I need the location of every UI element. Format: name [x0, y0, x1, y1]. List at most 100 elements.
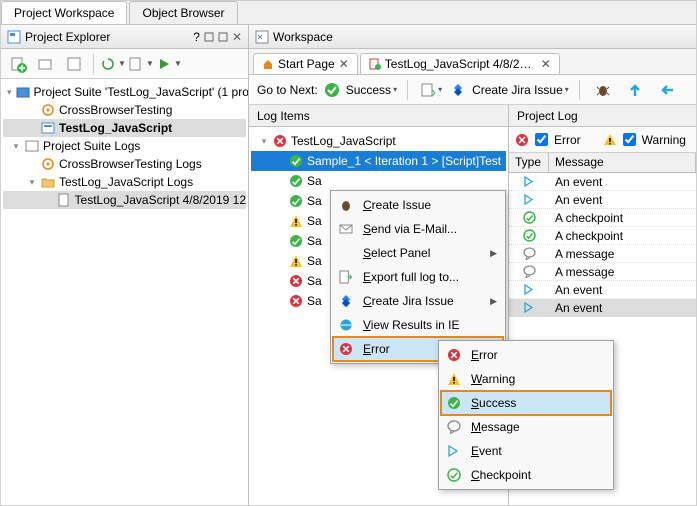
log-item-label: Sample_1 < Iteration 1 > [Script]Test	[307, 154, 501, 168]
row-message: An event	[549, 175, 696, 189]
submenu-arrow-icon: ▶	[490, 296, 497, 307]
jira-icon	[337, 294, 355, 308]
export-button[interactable]: ▾	[418, 77, 444, 103]
export-icon	[337, 270, 355, 284]
log-item-root[interactable]: ▾ TestLog_JavaScript	[251, 131, 506, 151]
tree-item-runlog[interactable]: TestLog_JavaScript 4/8/2019 12	[3, 191, 246, 209]
table-row[interactable]: A checkpoint	[509, 227, 696, 245]
expand-icon[interactable]: ▾	[11, 141, 21, 151]
folder-icon	[41, 175, 55, 189]
save-button[interactable]	[61, 51, 87, 77]
col-message[interactable]: Message	[549, 153, 696, 172]
tree-item-slogs[interactable]: ▾Project Suite Logs	[3, 137, 246, 155]
menu-ie[interactable]: View Results in IE	[333, 313, 503, 337]
maximize-icon[interactable]	[218, 32, 228, 42]
expand-icon[interactable]	[275, 296, 285, 306]
bug-button[interactable]	[590, 77, 616, 103]
explorer-title: Project Explorer	[25, 30, 189, 44]
tab-project-workspace[interactable]: Project Workspace	[1, 1, 127, 24]
menu-item-label: Error	[363, 342, 390, 356]
expand-icon[interactable]	[275, 276, 285, 286]
menu-email[interactable]: Send via E-Mail...	[333, 217, 503, 241]
menu-create_issue[interactable]: Create Issue	[333, 193, 503, 217]
log-item-label: Sa	[307, 214, 322, 228]
expand-icon[interactable]: ▾	[259, 136, 269, 146]
row-message: A checkpoint	[549, 229, 696, 243]
tab-start-page[interactable]: Start Page ✕	[253, 53, 358, 74]
menu-item-label: View Results in IE	[363, 318, 460, 332]
table-row[interactable]: A message	[509, 245, 696, 263]
expand-icon[interactable]	[275, 176, 285, 186]
nav-back-button[interactable]	[654, 77, 680, 103]
menu-select_panel[interactable]: Select Panel▶	[333, 241, 503, 265]
expand-icon[interactable]	[275, 216, 285, 226]
tab-testlog[interactable]: TestLog_JavaScript 4/8/2019 12:2... ✕	[360, 53, 560, 74]
expand-icon[interactable]	[275, 156, 285, 166]
menu-success[interactable]: Success	[441, 391, 611, 415]
table-row[interactable]: An event	[509, 191, 696, 209]
success-dropdown[interactable]: Success▾	[346, 83, 397, 97]
tab-object-browser[interactable]: Object Browser	[129, 1, 237, 24]
close-icon[interactable]: ✕	[339, 57, 349, 71]
close-icon[interactable]: ✕	[541, 57, 551, 71]
menu-checkpoint[interactable]: Checkpoint	[441, 463, 611, 487]
expand-icon[interactable]	[275, 196, 285, 206]
warning-icon	[445, 372, 463, 386]
col-type[interactable]: Type	[509, 153, 549, 172]
tree-item-cbtlogs[interactable]: CrossBrowserTesting Logs	[3, 155, 246, 173]
menu-jira[interactable]: Create Jira Issue▶	[333, 289, 503, 313]
expand-icon[interactable]: ▾	[7, 87, 12, 97]
table-row[interactable]: A checkpoint	[509, 209, 696, 227]
explorer-tree[interactable]: ▾Project Suite 'TestLog_JavaScript' (1 p…	[1, 79, 248, 505]
refresh-button[interactable]: ▼	[100, 51, 126, 77]
tree-item-tjlogs[interactable]: ▾ TestLog_JavaScript Logs	[3, 173, 246, 191]
log-item-label: Sa	[307, 234, 322, 248]
warning-filter-checkbox[interactable]	[623, 133, 636, 146]
explorer-toolbar: ▼ ▼ ▼	[1, 49, 248, 79]
tree-item-cbt[interactable]: CrossBrowserTesting	[3, 101, 246, 119]
error-icon	[289, 294, 303, 308]
menu-item-label: Send via E-Mail...	[363, 222, 457, 236]
log-item-r2[interactable]: Sa	[251, 171, 506, 191]
log-item-label: TestLog_JavaScript	[291, 134, 396, 148]
menu-event[interactable]: Event	[441, 439, 611, 463]
suite-icon	[16, 85, 30, 99]
pin-icon[interactable]	[204, 32, 214, 42]
log-item-r1[interactable]: Sample_1 < Iteration 1 > [Script]Test	[251, 151, 506, 171]
warning-icon	[289, 214, 303, 228]
nav-up-button[interactable]	[622, 77, 648, 103]
logs-icon	[25, 139, 39, 153]
checkpoint-icon	[509, 211, 549, 224]
tree-item-proj[interactable]: TestLog_JavaScript	[3, 119, 246, 137]
close-icon[interactable]: ✕	[232, 30, 242, 44]
menu-export[interactable]: Export full log to...	[333, 265, 503, 289]
expand-icon[interactable]: ▾	[27, 177, 37, 187]
error-filter-checkbox[interactable]	[535, 133, 548, 146]
open-button[interactable]	[33, 51, 59, 77]
expand-icon[interactable]	[275, 236, 285, 246]
help-button[interactable]: ?	[193, 30, 200, 44]
expand-icon[interactable]	[27, 159, 37, 169]
expand-icon[interactable]	[27, 123, 37, 133]
new-item-button[interactable]	[5, 51, 31, 77]
menu-error[interactable]: Error	[441, 343, 611, 367]
home-icon	[262, 58, 274, 70]
mail-icon	[337, 222, 355, 236]
jira-dropdown[interactable]: Create Jira Issue▾	[472, 83, 569, 97]
expand-icon[interactable]	[275, 256, 285, 266]
table-row[interactable]: An event	[509, 299, 696, 317]
expand-icon[interactable]	[43, 195, 53, 205]
menu-warning[interactable]: Warning	[441, 367, 611, 391]
expand-icon[interactable]	[27, 105, 37, 115]
tree-item-label: TestLog_JavaScript Logs	[59, 175, 193, 189]
menu-message[interactable]: Message	[441, 415, 611, 439]
table-row[interactable]: An event	[509, 281, 696, 299]
submenu-arrow-icon: ▶	[490, 248, 497, 259]
menu-item-label: Message	[471, 420, 520, 434]
table-row[interactable]: A message	[509, 263, 696, 281]
table-row[interactable]: An event	[509, 173, 696, 191]
tree-item-suite[interactable]: ▾Project Suite 'TestLog_JavaScript' (1 p…	[3, 83, 246, 101]
event-icon	[509, 283, 549, 296]
run-button[interactable]: ▼	[156, 51, 182, 77]
config-button[interactable]: ▼	[128, 51, 154, 77]
